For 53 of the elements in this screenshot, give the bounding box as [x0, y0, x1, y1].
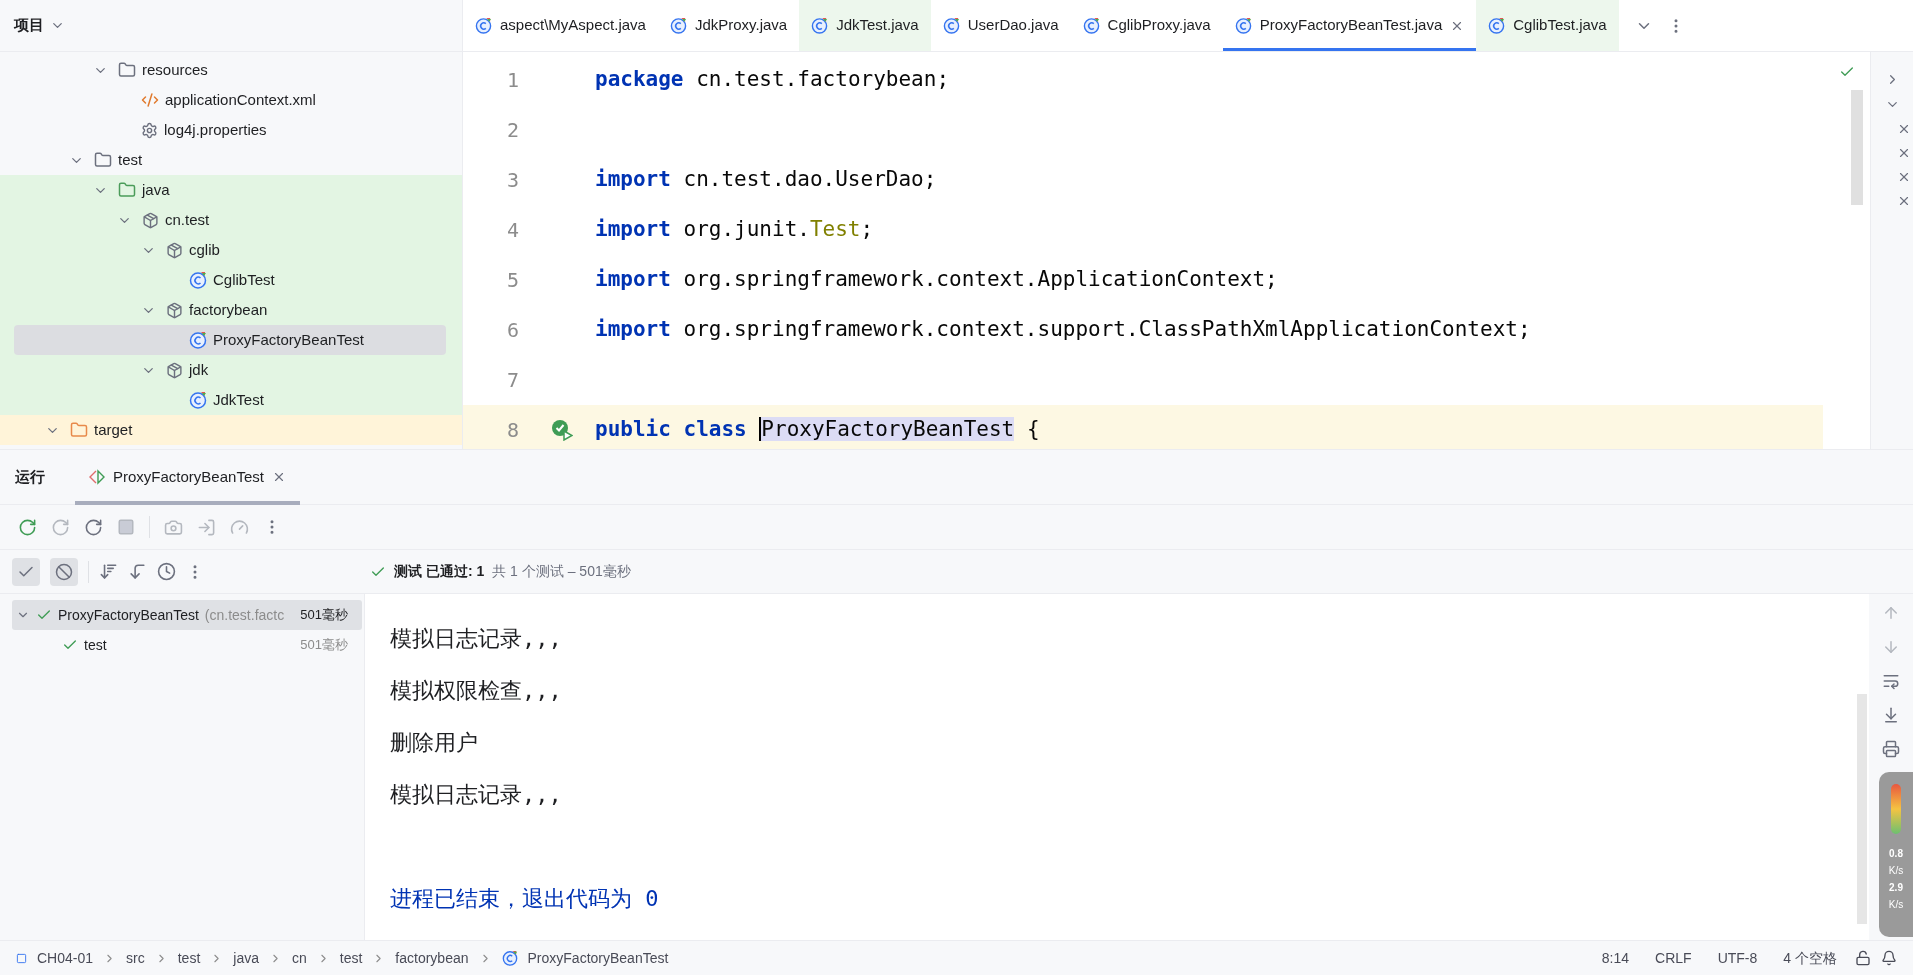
status-item[interactable]: UTF-8 — [1709, 947, 1766, 969]
editor-tab[interactable]: CglibProxy.java — [1070, 0, 1223, 51]
code-line: package cn.test.factorybean; — [594, 66, 950, 94]
panel-title: 运行 — [15, 466, 45, 487]
line-number: 7 — [505, 367, 520, 394]
editor-tab[interactable]: JdkTest.java — [799, 0, 931, 51]
code-line: public class ProxyFactoryBeanTest { — [594, 416, 1040, 444]
line-number: 3 — [505, 167, 520, 194]
breadcrumb[interactable]: test — [339, 947, 363, 969]
editor-tab[interactable]: JdkProxy.java — [657, 0, 800, 51]
breadcrumb[interactable]: test — [177, 947, 201, 969]
console-line: 进程已结束，退出代码为 0 — [390, 884, 660, 913]
breadcrumb[interactable]: cn — [291, 947, 307, 969]
test-summary: 共 1 个测试 – 501毫秒 — [492, 562, 631, 581]
breadcrumb[interactable]: factorybean — [395, 947, 469, 969]
speed-unit: K/s — [1888, 898, 1904, 912]
status-item[interactable]: 4 个空格 — [1775, 947, 1845, 969]
line-number: 5 — [505, 267, 520, 294]
breadcrumb[interactable]: ProxyFactoryBeanTest — [527, 947, 669, 969]
line-number: 6 — [505, 317, 520, 344]
line-number: 8 — [505, 417, 520, 444]
console-line: 模拟日志记录,,, — [390, 780, 563, 809]
tree-item[interactable]: test — [0, 145, 143, 175]
editor-tab[interactable]: aspect\MyAspect.java — [463, 0, 658, 51]
status-item[interactable]: CRLF — [1647, 947, 1700, 969]
tree-item[interactable]: applicationContext.xml — [0, 85, 316, 115]
tree-item[interactable]: log4j.properties — [0, 115, 267, 145]
speed-unit: K/s — [1888, 864, 1904, 878]
status-item[interactable]: 8:14 — [1593, 947, 1638, 969]
test-result-row[interactable]: test 501毫秒 — [12, 630, 362, 660]
console-line: 删除用户 — [390, 728, 479, 757]
breadcrumb[interactable]: CH04-01 — [37, 947, 94, 969]
panel-title[interactable]: 项目 — [14, 14, 44, 37]
code-line: import org.springframework.context.support.ClassPathXmlApplicationContext; — [594, 316, 1531, 344]
upload-speed: 0.8 — [1889, 847, 1903, 861]
code-line: import cn.test.dao.UserDao; — [594, 166, 937, 194]
code-line: import org.springframework.context.ApplicationContext; — [594, 266, 1278, 294]
console-line: 模拟权限检查,,, — [390, 676, 563, 705]
tree-item[interactable]: ProxyFactoryBeanTest — [14, 325, 446, 355]
line-number: 4 — [505, 217, 520, 244]
code-line: import org.junit.Test; — [594, 216, 874, 244]
run-tab[interactable]: ProxyFactoryBeanTest — [75, 449, 300, 505]
editor-tab[interactable]: UserDao.java — [930, 0, 1071, 51]
line-number: 1 — [505, 67, 520, 94]
editor-tab[interactable]: CglibTest.java — [1476, 0, 1619, 51]
breadcrumb[interactable]: java — [233, 947, 259, 969]
line-number: 2 — [505, 117, 520, 144]
download-speed: 2.9 — [1889, 881, 1903, 895]
breadcrumb[interactable]: src — [126, 947, 145, 969]
test-status: 测试 已通过: 1 — [394, 562, 485, 581]
console-line: 模拟日志记录,,, — [390, 624, 563, 653]
tree-item[interactable]: resources — [0, 55, 208, 85]
test-result-row[interactable]: ProxyFactoryBeanTest (cn.test.factc 501毫秒 — [12, 600, 362, 630]
